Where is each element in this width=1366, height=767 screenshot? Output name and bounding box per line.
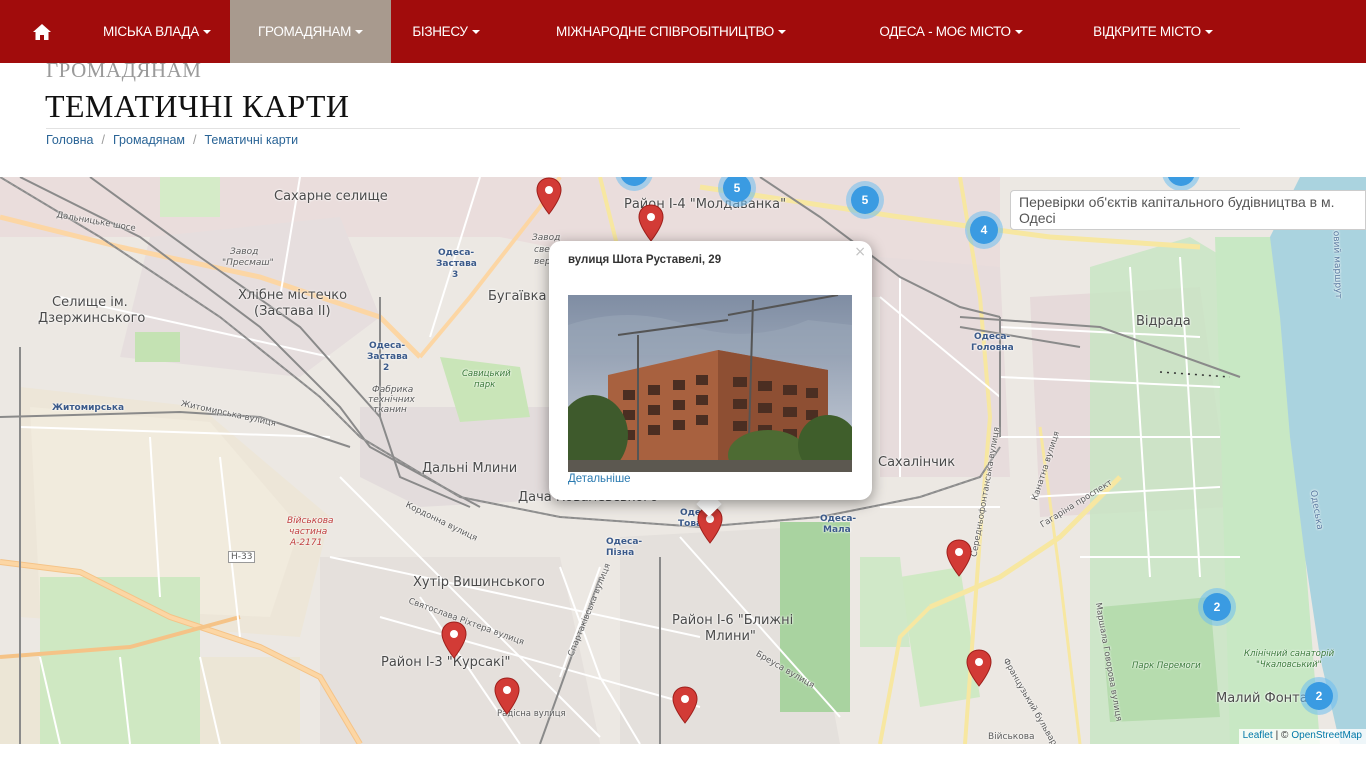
map-label: "Чкаловський" bbox=[1256, 660, 1322, 670]
caret-down-icon bbox=[1014, 29, 1023, 34]
map-label: Застава bbox=[436, 259, 477, 269]
map-label: 3 bbox=[452, 270, 459, 280]
map-label: Сахалінчик bbox=[878, 455, 956, 470]
map-label: Млини" bbox=[705, 629, 756, 644]
map-marker-icon[interactable] bbox=[638, 204, 664, 242]
breadcrumb-current: Тематичні карти bbox=[204, 133, 299, 147]
map-label: Військова bbox=[988, 732, 1035, 742]
home-button[interactable] bbox=[0, 0, 84, 63]
attribution-separator: | © bbox=[1275, 730, 1289, 741]
map-label: Одеса- bbox=[438, 248, 475, 258]
building-photo bbox=[568, 295, 852, 472]
map-label: Сахарне селище bbox=[274, 189, 388, 204]
map-label: Н-33 bbox=[228, 551, 256, 563]
map-label: Клінічний санаторій bbox=[1244, 649, 1335, 659]
map-popup: × вулиця Шота Руставелі, 29 Детальніше bbox=[549, 241, 872, 500]
nav-item-citizens[interactable]: Громадянам bbox=[230, 0, 391, 63]
map-label: Мала bbox=[823, 525, 851, 535]
marker-cluster[interactable]: 2 bbox=[1198, 588, 1236, 626]
map-label: Район І-6 "Ближні bbox=[672, 613, 794, 628]
map-label: Одеса- bbox=[974, 332, 1011, 342]
section-label: ГРОМАДЯНАМ bbox=[46, 58, 202, 82]
map-label: Застава bbox=[367, 352, 408, 362]
caret-down-icon bbox=[355, 29, 364, 34]
details-link[interactable]: Детальніше bbox=[568, 473, 631, 485]
marker-cluster[interactable]: 2 bbox=[1300, 677, 1338, 715]
breadcrumb: Головна / Громадянам / Тематичні карти bbox=[46, 133, 298, 147]
popup-title: вулиця Шота Руставелі, 29 bbox=[568, 254, 722, 266]
map-label: тканин bbox=[373, 405, 407, 415]
map-label: Савицький bbox=[462, 369, 511, 379]
map-marker-icon[interactable] bbox=[536, 177, 562, 215]
caret-down-icon bbox=[471, 29, 480, 34]
map-label: Бугаївка bbox=[488, 289, 547, 304]
map-marker-icon[interactable] bbox=[441, 621, 467, 659]
marker-cluster[interactable]: 4 bbox=[965, 211, 1003, 249]
breadcrumb-citizens[interactable]: Громадянам bbox=[113, 133, 185, 147]
map-label: Дзержинського bbox=[38, 311, 146, 326]
map[interactable]: Сахарне селище Селище ім. Дзержинського … bbox=[0, 177, 1366, 744]
nav-item-open-city[interactable]: Відкрите місто bbox=[1061, 0, 1245, 63]
nav-item-international[interactable]: Міжнародне співробітництво bbox=[501, 0, 841, 63]
close-icon[interactable]: × bbox=[854, 244, 866, 260]
map-label: Головна bbox=[971, 343, 1014, 353]
map-label: технічних bbox=[368, 395, 415, 405]
map-label: Завод bbox=[230, 247, 259, 257]
caret-down-icon bbox=[202, 29, 211, 34]
breadcrumb-home[interactable]: Головна bbox=[46, 133, 94, 147]
breadcrumb-separator: / bbox=[101, 133, 105, 147]
map-label: Військова bbox=[287, 516, 334, 526]
leaflet-link[interactable]: Leaflet bbox=[1243, 730, 1273, 743]
map-label: Відрада bbox=[1136, 314, 1191, 329]
home-icon bbox=[33, 23, 51, 40]
map-label: Селище ім. bbox=[52, 295, 128, 310]
map-label: парк bbox=[474, 380, 496, 390]
map-marker-icon[interactable] bbox=[966, 649, 992, 687]
map-label: Пізна bbox=[606, 548, 635, 558]
title-divider bbox=[46, 128, 1240, 129]
caret-down-icon bbox=[1204, 29, 1213, 34]
marker-cluster[interactable]: 5 bbox=[846, 181, 884, 219]
nav-item-business[interactable]: Бізнесу bbox=[391, 0, 501, 63]
nav-item-odesa-my-city[interactable]: Одеса - моє місто bbox=[841, 0, 1061, 63]
map-label: А-2171 bbox=[290, 538, 323, 548]
map-marker-icon[interactable] bbox=[494, 677, 520, 715]
map-label: (Застава II) bbox=[254, 304, 331, 319]
map-marker-icon[interactable] bbox=[946, 539, 972, 577]
map-label: Парк Перемоги bbox=[1132, 661, 1201, 671]
map-label: 2 bbox=[383, 363, 390, 373]
map-label: частина bbox=[289, 527, 328, 537]
map-label: Одеса- bbox=[606, 537, 643, 547]
layer-control[interactable]: Перевірки об'єктів капітального будівниц… bbox=[1010, 190, 1366, 230]
map-label: Дальні Млини bbox=[422, 461, 518, 476]
map-label: Житомирська bbox=[52, 403, 125, 413]
map-label: "Пресмаш" bbox=[222, 258, 274, 268]
top-navigation: Міська влада Громадянам Бізнесу Міжнарод… bbox=[0, 0, 1366, 63]
caret-down-icon bbox=[778, 29, 786, 34]
map-marker-icon[interactable] bbox=[672, 686, 698, 724]
nav-item-city-authority[interactable]: Міська влада bbox=[84, 0, 230, 63]
map-label: Одеса- bbox=[369, 341, 406, 351]
map-label: Одеса- bbox=[820, 514, 857, 524]
page-title: ТЕМАТИЧНІ КАРТИ bbox=[45, 88, 350, 124]
map-label: Хутір Вишинського bbox=[413, 575, 545, 590]
map-label: Хлібне містечко bbox=[238, 288, 348, 303]
map-label: Фабрика bbox=[372, 385, 414, 395]
map-attribution: Leaflet | © OpenStreetMap bbox=[1238, 729, 1366, 744]
osm-link[interactable]: OpenStreetMap bbox=[1291, 730, 1362, 743]
breadcrumb-separator: / bbox=[193, 133, 197, 147]
